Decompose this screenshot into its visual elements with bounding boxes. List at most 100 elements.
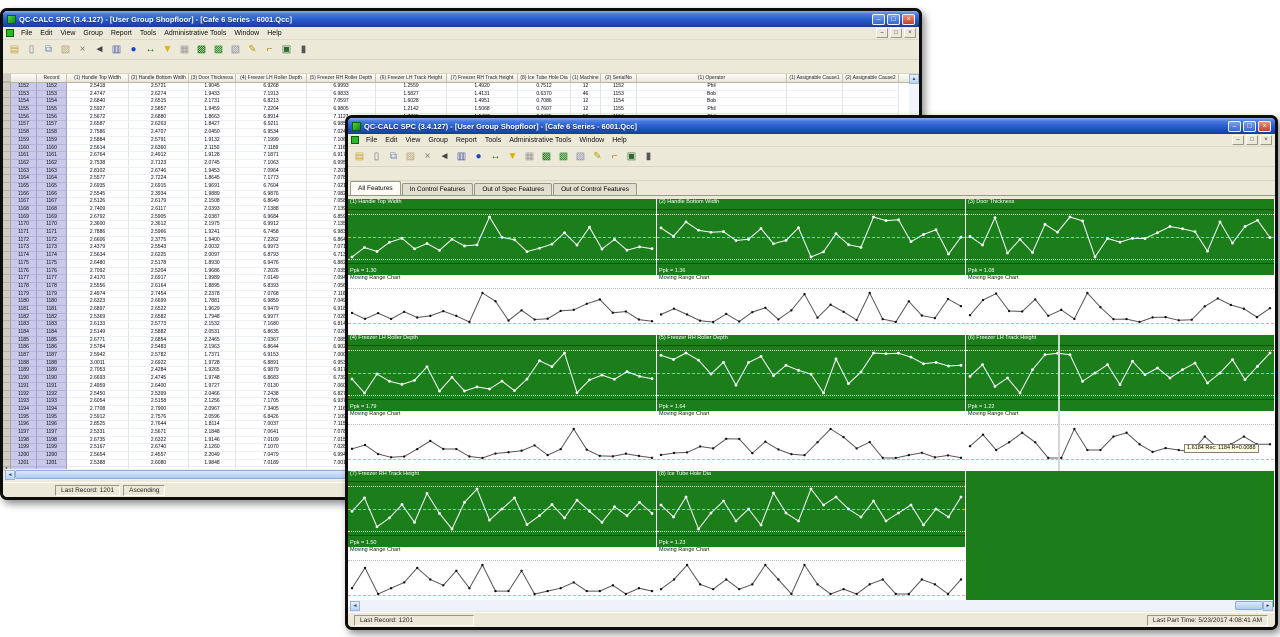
table-cell[interactable]: 6.8393 — [236, 283, 307, 291]
row-header[interactable]: 1171 — [11, 229, 37, 237]
control-chart[interactable]: (4) Freezer LH Roller DepthPpk = 1.79 — [348, 335, 656, 411]
table-cell[interactable]: 2.1256 — [189, 398, 236, 406]
table-cell[interactable] — [787, 83, 843, 91]
table-cell[interactable]: 2.5857 — [129, 106, 189, 114]
menu-window[interactable]: Window — [575, 137, 608, 144]
row-selector[interactable] — [3, 298, 11, 306]
row-selector[interactable] — [3, 260, 11, 268]
table-cell[interactable]: 2.7644 — [129, 421, 189, 429]
record-cell[interactable]: 1197 — [37, 429, 67, 437]
menu-edit[interactable]: Edit — [36, 30, 56, 37]
table-cell[interactable]: 2.5634 — [67, 252, 129, 260]
record-cell[interactable]: 1165 — [37, 183, 67, 191]
notes-icon[interactable]: ✎ — [590, 149, 605, 164]
front-horizontal-scrollbar[interactable]: ◄ ► — [350, 600, 1273, 611]
scroll-left-icon[interactable]: ◄ — [5, 470, 15, 480]
table-cell[interactable]: 2.5483 — [129, 344, 189, 352]
table-cell[interactable]: 2.0745 — [189, 160, 236, 168]
mdi-restore-button[interactable]: □ — [1246, 135, 1258, 145]
table-cell[interactable]: 2.1848 — [189, 429, 236, 437]
row-header[interactable]: 1162 — [11, 160, 37, 168]
table-cell[interactable]: 2.6263 — [129, 121, 189, 129]
delete-icon[interactable]: ▯ — [24, 42, 39, 57]
table-cell[interactable]: 2.6117 — [129, 206, 189, 214]
record-dot-icon[interactable]: ● — [471, 149, 486, 164]
row-header[interactable]: 1163 — [11, 168, 37, 176]
table-cell[interactable]: 1.5068 — [447, 106, 518, 114]
table-cell[interactable]: 6.9268 — [236, 83, 307, 91]
row-header[interactable]: 1168 — [11, 206, 37, 214]
table-cell[interactable]: 0.7607 — [518, 106, 571, 114]
table-cell[interactable]: 2.0032 — [189, 244, 236, 252]
table-cell[interactable]: 7.1913 — [236, 91, 307, 99]
cards-icon[interactable]: ▧ — [228, 42, 243, 57]
table-cell[interactable]: 2.3934 — [129, 191, 189, 199]
moving-range-chart[interactable]: Moving Range Chart — [966, 275, 1274, 335]
table-cell[interactable]: 2.6133 — [67, 321, 129, 329]
table-cell[interactable]: 2.6915 — [129, 183, 189, 191]
row-selector[interactable] — [3, 429, 11, 437]
row-header[interactable]: 1201 — [11, 460, 37, 468]
table-cell[interactable]: 7.0189 — [236, 460, 307, 468]
column-header[interactable]: (2) Handle Bottom Width — [129, 74, 189, 82]
row-header[interactable]: 1158 — [11, 129, 37, 137]
table-cell[interactable]: 1.9132 — [189, 137, 236, 145]
table-row[interactable]: 115511552.59272.58571.94597.22046.98051.… — [3, 106, 919, 114]
tab-all-features[interactable]: All Features — [350, 181, 401, 195]
table-cell[interactable]: 7.2262 — [236, 237, 307, 245]
table-cell[interactable]: 1.9433 — [189, 91, 236, 99]
table-cell[interactable]: 1.8930 — [189, 260, 236, 268]
column-header[interactable]: (8) Ice Tube Hole Dia — [518, 74, 571, 82]
table-cell[interactable]: 2.4747 — [67, 91, 129, 99]
table-cell[interactable]: 2.6522 — [129, 306, 189, 314]
row-selector[interactable] — [3, 367, 11, 375]
moving-range-chart[interactable]: Moving Range Chart — [348, 411, 656, 471]
notes-icon[interactable]: ✎ — [245, 42, 260, 57]
record-cell[interactable]: 1196 — [37, 421, 67, 429]
record-cell[interactable]: 1167 — [37, 198, 67, 206]
record-cell[interactable]: 1193 — [37, 398, 67, 406]
record-cell[interactable]: 1177 — [37, 275, 67, 283]
table-cell[interactable]: 1.7881 — [189, 298, 236, 306]
row-header[interactable]: 1155 — [11, 106, 37, 114]
row-selector[interactable] — [3, 375, 11, 383]
table-cell[interactable] — [843, 91, 899, 99]
navigate-icon[interactable]: ↔ — [488, 149, 503, 164]
table-cell[interactable]: 2.5614 — [67, 145, 129, 153]
table-cell[interactable]: 2.6480 — [67, 260, 129, 268]
table-cell[interactable]: 1.7948 — [189, 314, 236, 322]
table-cell[interactable]: 6.9973 — [236, 244, 307, 252]
back-titlebar[interactable]: QC-CALC SPC (3.4.127) - [User Group Shop… — [3, 11, 919, 27]
table-cell[interactable]: 2.7586 — [67, 129, 129, 137]
row-selector[interactable] — [3, 437, 11, 445]
row-header[interactable]: 1190 — [11, 375, 37, 383]
scrollbar-thumb[interactable] — [1235, 601, 1263, 610]
row-selector[interactable] — [3, 83, 11, 91]
table-cell[interactable]: 3.0011 — [67, 360, 129, 368]
table-cell[interactable]: 2.6854 — [129, 337, 189, 345]
column-header[interactable]: (1) Handle Top Width — [67, 74, 129, 82]
table-cell[interactable]: 2.5149 — [67, 329, 129, 337]
record-cell[interactable]: 1163 — [37, 168, 67, 176]
control-chart[interactable]: (7) Freezer RH Track HeightPpk = 1.50 — [348, 471, 656, 547]
moving-range-chart[interactable]: Moving Range Chart — [966, 411, 1274, 471]
record-cell[interactable]: 1178 — [37, 283, 67, 291]
mdi-minimize-button[interactable]: – — [876, 28, 888, 38]
table-cell[interactable]: 6.8644 — [236, 344, 307, 352]
table-cell[interactable]: 1.9265 — [189, 367, 236, 375]
table-cell[interactable]: 6.8649 — [236, 198, 307, 206]
column-header[interactable]: (1) Machine — [571, 74, 601, 82]
table-cell[interactable]: 6.9833 — [307, 91, 376, 99]
record-cell[interactable]: 1187 — [37, 352, 67, 360]
table-cell[interactable]: 1.8895 — [189, 283, 236, 291]
table-cell[interactable]: 12 — [571, 83, 601, 91]
menu-help[interactable]: Help — [608, 137, 630, 144]
menu-tools[interactable]: Tools — [136, 30, 160, 37]
table-cell[interactable]: 2.0531 — [189, 329, 236, 337]
row-selector[interactable] — [3, 321, 11, 329]
row-header[interactable]: 1173 — [11, 244, 37, 252]
table-cell[interactable]: 2.3600 — [67, 221, 129, 229]
table-cell[interactable]: 6.9879 — [236, 367, 307, 375]
record-cell[interactable]: 1152 — [37, 83, 67, 91]
table-cell[interactable]: 6.9805 — [307, 106, 376, 114]
